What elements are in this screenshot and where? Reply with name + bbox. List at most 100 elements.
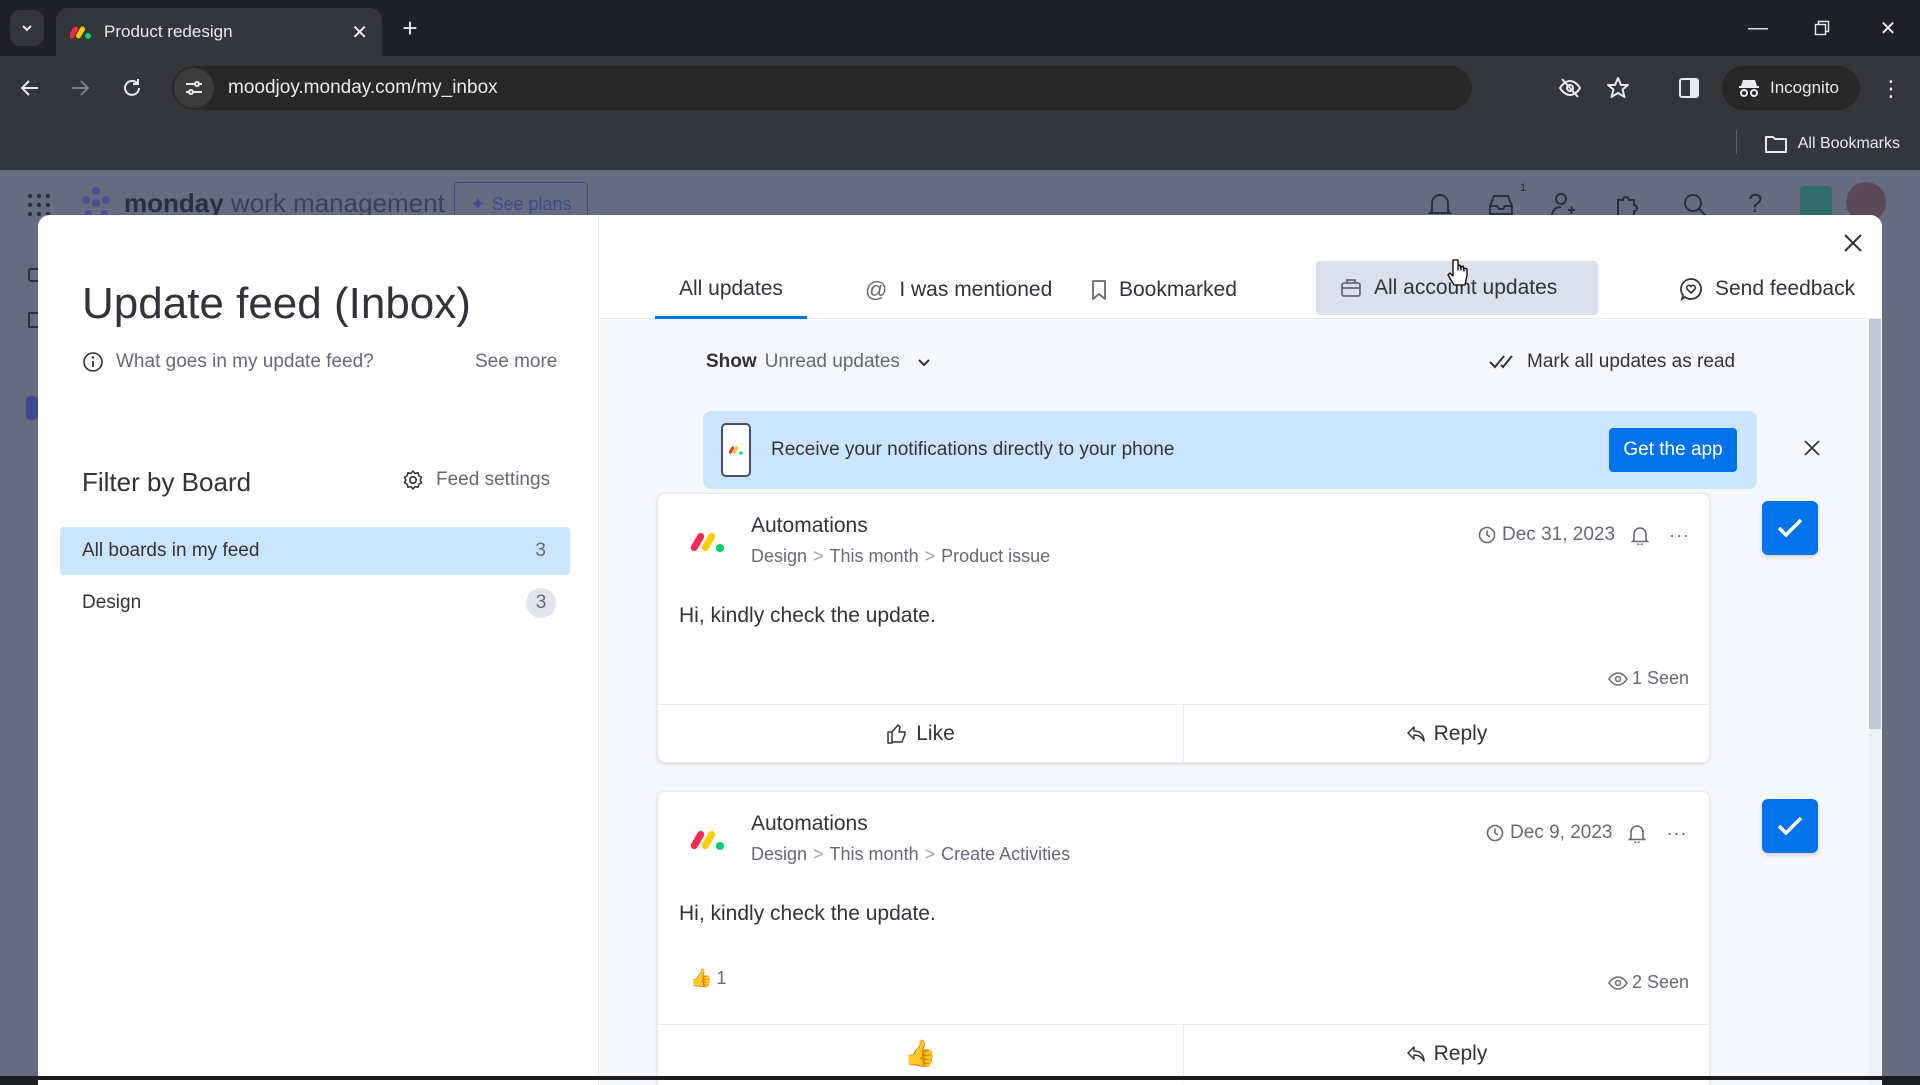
eye-off-icon[interactable] [1558,77,1582,99]
close-banner-button[interactable] [1803,439,1821,457]
like-label: Like [916,721,955,745]
board-filter-all[interactable]: All boards in my feed 3 [60,527,570,575]
show-filter-dropdown[interactable]: Show Unread updates [706,351,932,373]
likes-count[interactable]: 👍 1 [690,968,726,989]
scrollbar-track[interactable] [1869,319,1881,1085]
seen-count[interactable]: 1 Seen [1608,668,1689,689]
page-title: Update feed (Inbox) [82,279,471,329]
tune-icon [186,81,202,95]
update-author[interactable]: Automations [751,514,868,538]
chevron-down-icon [22,25,32,32]
close-modal-button[interactable] [1843,233,1863,253]
bell-icon[interactable] [1628,823,1647,843]
get-the-app-button[interactable]: Get the app [1609,428,1737,472]
right-panel: All updates @ I was mentioned Bookmarked… [599,215,1882,1085]
close-window-button[interactable]: ✕ [1868,10,1908,46]
site-info-button[interactable] [174,68,214,108]
tab-title: Product redesign [104,22,233,41]
like-button[interactable]: Like [658,705,1184,762]
address-bar[interactable]: moodjoy.monday.com/my_inbox [172,66,1472,110]
board-label: All boards in my feed [82,540,260,561]
update-actions: Like Reply [658,704,1709,762]
chevron-down-icon [918,359,930,367]
monday-favicon-icon [70,26,91,39]
liked-button[interactable]: 👍 [658,1025,1184,1082]
crumb-group[interactable]: This month [830,844,919,864]
banner-text: Receive your notifications directly to y… [771,439,1175,460]
title-main: Update feed [82,279,322,328]
folder-icon [1764,136,1787,153]
clock-icon [1478,526,1496,544]
reload-button[interactable] [116,72,148,104]
tab-label: Bookmarked [1119,278,1237,301]
see-plans-label: See plans [491,193,572,214]
inbox-icon[interactable] [1488,194,1514,216]
update-breadcrumb[interactable]: Design > This month > Product issue [751,546,1050,567]
all-bookmarks-button[interactable]: All Bookmarks [1764,128,1900,160]
brand-light: work management [230,188,445,218]
bell-icon[interactable] [1631,525,1650,545]
crumb-board[interactable]: Design [751,546,807,566]
check-icon [1777,518,1803,538]
tab-all-updates[interactable]: All updates [655,261,807,319]
board-filter-design[interactable]: Design 3 [60,579,570,627]
crumb-item[interactable]: Create Activities [941,844,1070,864]
seen-count[interactable]: 2 Seen [1608,972,1689,993]
scrollbar-thumb[interactable] [1869,319,1881,729]
eye-icon [1608,975,1628,990]
crumb-item[interactable]: Product issue [941,546,1050,566]
update-card: Automations Design > This month > Create Act… [657,791,1710,1085]
back-button[interactable] [14,72,46,104]
minimize-button[interactable]: — [1738,10,1778,46]
eye-icon [1608,671,1628,686]
reply-button[interactable]: Reply [1184,705,1709,762]
thumbs-up-icon [887,723,906,744]
update-author[interactable]: Automations [751,812,868,836]
tab-i-was-mentioned[interactable]: @ I was mentioned [841,261,1076,319]
close-tab-icon[interactable]: ✕ [351,20,368,45]
mark-read-button[interactable] [1762,501,1818,555]
forward-button[interactable] [64,72,96,104]
get-app-banner: Receive your notifications directly to y… [703,411,1757,489]
at-icon: @ [865,277,888,302]
crumb-group[interactable]: This month [830,546,919,566]
update-date: Dec 31, 2023 [1502,524,1616,545]
workspace-logo-icon[interactable] [1800,186,1832,218]
send-feedback-label: Send feedback [1715,277,1856,300]
bookmark-icon [1092,280,1106,300]
left-panel: Update feed (Inbox) What goes in my upda… [38,215,599,1085]
info-text: What goes in my update feed? [116,351,374,372]
reply-icon [1406,725,1425,742]
side-panel-icon[interactable] [1678,77,1700,99]
bookmark-star-icon[interactable] [1606,76,1630,100]
update-body: Hi, kindly check the update. [679,902,936,925]
board-label: Design [82,592,142,613]
info-row[interactable]: What goes in my update feed? [82,351,374,373]
browser-menu-icon[interactable]: ⋮ [1880,76,1902,102]
send-feedback-button[interactable]: Send feedback [1679,277,1855,301]
reply-button[interactable]: Reply [1184,1025,1709,1082]
incognito-profile-button[interactable]: Incognito [1722,66,1860,110]
all-bookmarks-label: All Bookmarks [1797,135,1900,152]
tab-bookmarked[interactable]: Bookmarked [1067,261,1261,319]
browser-tab[interactable]: Product redesign ✕ [56,8,382,56]
restore-button[interactable] [1802,10,1842,46]
see-more-link[interactable]: See more [475,351,557,373]
double-check-icon [1489,355,1513,369]
update-breadcrumb[interactable]: Design > This month > Create Activities [751,844,1070,865]
tab-search-button[interactable] [10,10,44,46]
close-icon [1844,234,1862,252]
feed-settings-button[interactable]: Feed settings [402,469,550,491]
mark-all-read-button[interactable]: Mark all updates as read [1489,351,1735,373]
close-icon [1804,440,1820,456]
sidebar-active-indicator [26,396,38,420]
bottom-edge [0,1076,1920,1080]
more-options-icon[interactable]: ··· [1669,525,1690,546]
reload-icon [124,79,140,96]
more-options-icon[interactable]: ··· [1666,823,1687,844]
new-tab-button[interactable]: + [396,14,424,42]
mark-read-button[interactable] [1762,799,1818,853]
feedback-heart-icon [1680,278,1702,301]
thumbs-up-emoji-icon: 👍 [904,1038,937,1068]
crumb-board[interactable]: Design [751,844,807,864]
